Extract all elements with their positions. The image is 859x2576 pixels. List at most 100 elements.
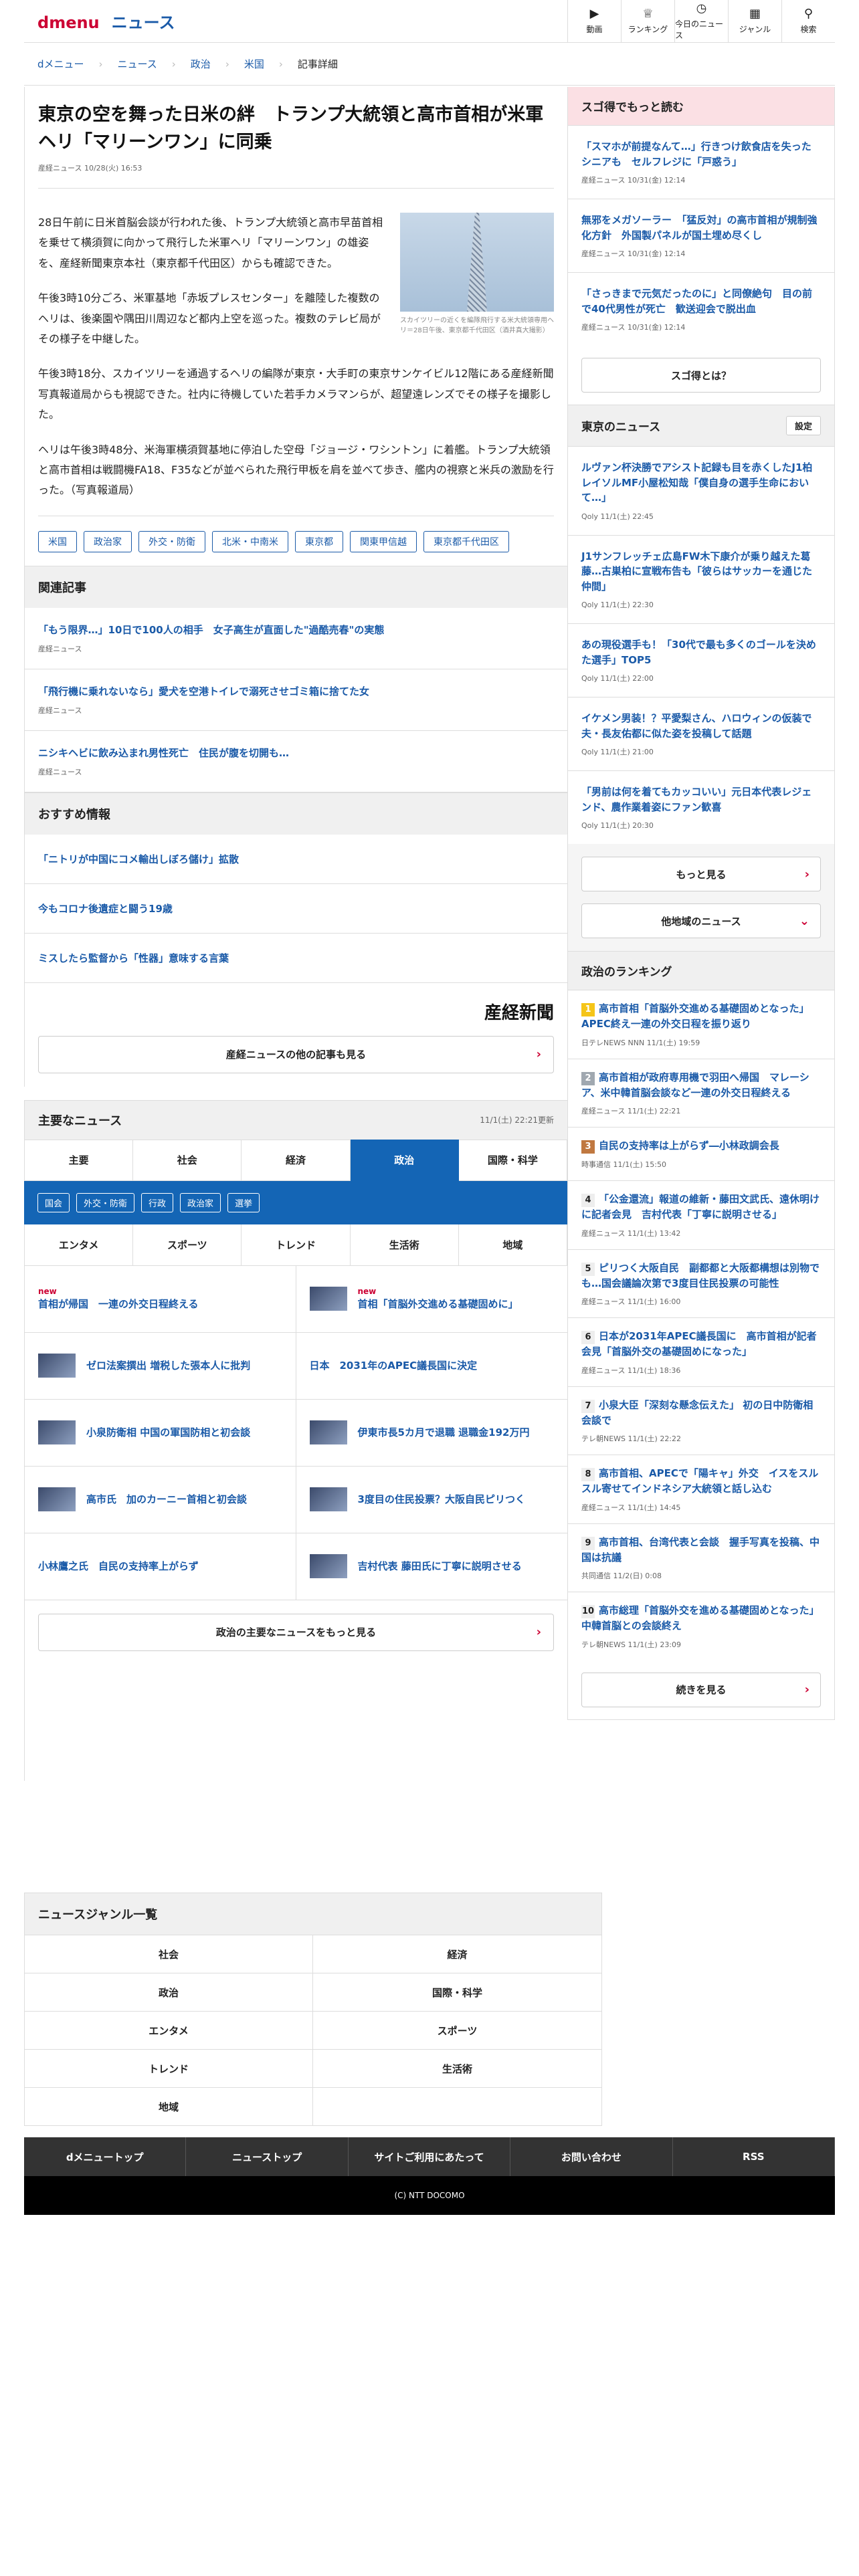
- sugotoku-item[interactable]: 無邪をメガソーラー 「猛反対」の高市首相が規制強化方針 外国製パネルが国土埋め尽…: [568, 199, 834, 272]
- tokyo-news-item[interactable]: 「男前は何を着てもカッコいい」元日本代表レジェンド、農作業着姿にファン歓喜 Qol…: [568, 770, 834, 844]
- tag[interactable]: 東京都千代田区: [423, 530, 509, 552]
- ranking-more-button[interactable]: 続きを見る ›: [581, 1672, 821, 1707]
- item-source: Qoly 11/1(土) 22:45: [581, 512, 654, 521]
- recommend-item[interactable]: 今もコロナ後遺症と闘う19歳: [24, 883, 567, 934]
- tag[interactable]: 北米・中南米: [212, 530, 288, 552]
- subtab[interactable]: 国会: [37, 1192, 70, 1212]
- tokyo-news-item[interactable]: ルヴァン杯決勝でアシスト記録も目を赤くしたJ1柏レイソルMF小屋松知哉「僕自身の…: [568, 446, 834, 535]
- sankei-more-button[interactable]: 産経ニュースの他の記事も見る ›: [38, 1035, 554, 1073]
- recommend-item[interactable]: 「ニトリが中国にコメ輸出しぼろ儲け」拡散: [24, 834, 567, 884]
- genre-link[interactable]: スポーツ: [313, 2011, 601, 2049]
- tag[interactable]: 東京都: [295, 530, 343, 552]
- news-item[interactable]: 伊東市長5カ月で退職 退職金192万円: [296, 1400, 567, 1467]
- article-paragraph: 午後3時18分、スカイツリーを通過するヘリの編隊が東京・大手町の東京サンケイビル…: [38, 367, 554, 421]
- subtab[interactable]: 行政: [141, 1192, 174, 1212]
- tag[interactable]: 米国: [38, 530, 77, 552]
- genre-link[interactable]: 地域: [25, 2087, 313, 2125]
- tab-entertainment[interactable]: エンタメ: [25, 1224, 134, 1266]
- ranking-item[interactable]: 5 ピリつく大阪自民 副都都と大阪都構想は別物でも…国会議論次第で3度目住民投票の…: [568, 1249, 834, 1318]
- button-label: 他地域のニュース: [661, 915, 741, 928]
- more-politics-button[interactable]: 政治の主要なニュースをもっと見る ›: [38, 1613, 554, 1651]
- tokyo-news-item[interactable]: J1サンフレッチェ広島FW木下康介が乗り越えた葛藤…古巣柏に宣戦布告も「彼らはサ…: [568, 534, 834, 624]
- tag[interactable]: 関東甲信越: [350, 530, 417, 552]
- news-item[interactable]: 小泉防衛相 中国の軍国防相と初会談: [25, 1399, 296, 1467]
- sugotoku-item[interactable]: 「さっきまで元気だったのに」と同僚絶句 目の前で40代男性が死亡 歓送迎会で脱出…: [568, 272, 834, 346]
- sugotoku-about-button[interactable]: スゴ得とは？: [581, 358, 821, 393]
- news-item[interactable]: 吉村代表 藤田氏に丁寧に説明させる: [296, 1533, 567, 1600]
- news-item[interactable]: 3度目の住民投票？大阪自民ピリつく: [296, 1467, 567, 1533]
- recommend-item[interactable]: ミスしたら監督から「性器」意味する言葉: [24, 933, 567, 983]
- nav-search[interactable]: ⚲ 検索: [781, 0, 835, 43]
- rank-title-text: 高市首相、APECで「陽キャ」外交 イスをスルスル寄せてインドネシア大統領と話し…: [581, 1467, 819, 1495]
- tokyo-more-button[interactable]: もっと見る ›: [581, 857, 821, 891]
- genre-link[interactable]: 生活術: [313, 2049, 601, 2087]
- skytree-image: [400, 213, 554, 312]
- tab-trend[interactable]: トレンド: [242, 1224, 351, 1266]
- genre-link[interactable]: 国際・科学: [313, 1973, 601, 2011]
- breadcrumb-dmenu[interactable]: dメニュー: [37, 57, 84, 71]
- ranking-item[interactable]: 10 高市総理「首脳外交を進める基礎固めとなった」 中韓首脳との会談終え テレ朝NE…: [568, 1592, 834, 1660]
- nav-ranking[interactable]: ♕ ランキング: [621, 0, 674, 43]
- tab-region[interactable]: 地域: [458, 1224, 567, 1266]
- news-item[interactable]: new 首相「首脳外交進める基礎固めに」: [296, 1266, 567, 1333]
- rank-title-text: ピリつく大阪自民 副都都と大阪都構想は別物でも…国会議論次第で3度目住民投票の可…: [581, 1261, 820, 1289]
- tab-sports[interactable]: スポーツ: [133, 1224, 242, 1266]
- news-item-title: ゼロ法案撰出 増税した張本人に批判: [86, 1359, 251, 1372]
- news-item[interactable]: 小林鷹之氏 自民の支持率上がらず: [25, 1533, 296, 1600]
- dmenu-logo[interactable]: d menu ニュース: [24, 9, 175, 33]
- genre-link[interactable]: エンタメ: [25, 2011, 313, 2049]
- sugotoku-item[interactable]: 「スマホが前提なんて…」行きつけ飲食店を失ったシニアも セルフレジに「戸惑う」産…: [568, 125, 834, 199]
- genre-link[interactable]: 政治: [25, 1973, 313, 2011]
- related-item[interactable]: ニシキヘビに飲み込まれ男性死亡 住民が腹を切開も… 産経ニュース: [24, 730, 567, 792]
- tab-society[interactable]: 社会: [133, 1139, 242, 1181]
- nav-video[interactable]: ▶ 動画: [567, 0, 621, 43]
- article-photo[interactable]: スカイツリーの近くを編隊飛行する米大統領専用ヘリ＝28日午後、東京都千代田区（酒…: [400, 213, 554, 336]
- subtab[interactable]: 選挙: [227, 1192, 260, 1212]
- nav-today[interactable]: ◷ 今日のニュース: [674, 0, 728, 43]
- tab-international[interactable]: 国際・科学: [458, 1139, 567, 1181]
- ranking-item[interactable]: 7 小泉大臣「深刻な懸念伝えた」 初の日中防衛相会談で テレ朝NEWS 11/1(土…: [568, 1386, 834, 1455]
- footer-link-terms[interactable]: サイトご利用にあたって: [349, 2137, 511, 2176]
- ranking-item[interactable]: 6 日本が2031年APEC議長国に 高市首相が記者会見「首脳外交の基礎固めになっ…: [568, 1317, 834, 1386]
- settings-button[interactable]: 設定: [785, 416, 821, 435]
- ranking-item[interactable]: 1 高市首相「首脳外交進める基礎固めとなった」APEC終え一連の外交日程を振り返り…: [568, 990, 834, 1059]
- tokyo-news-item[interactable]: イケメン男装！？平愛梨さん、ハロウィンの仮装で夫・長友佑都に似た姿を投稿して話題…: [568, 697, 834, 770]
- subtab[interactable]: 政治家: [180, 1192, 221, 1212]
- news-item[interactable]: ゼロ法案撰出 増税した張本人に批判: [25, 1332, 296, 1400]
- tab-economy[interactable]: 経済: [242, 1139, 351, 1181]
- other-region-button[interactable]: 他地域のニュース ⌄: [581, 903, 821, 938]
- subtab[interactable]: 外交・防衛: [76, 1192, 135, 1212]
- recommend-title: おすすめ情報: [24, 792, 567, 835]
- item-title: イケメン男装！？平愛梨さん、ハロウィンの仮装で夫・長友佑都に似た姿を投稿して話題: [581, 712, 812, 740]
- breadcrumb-news[interactable]: ニュース: [118, 57, 157, 71]
- ranking-item[interactable]: 4 「公金還流」報道の維新・藤田文武氏、遠休明けに記者会見 吉村代表「丁寧に説明さ…: [568, 1180, 834, 1249]
- footer-link-dmenu-top[interactable]: dメニュートップ: [24, 2137, 187, 2176]
- ranking-item[interactable]: 3 自民の支持率は上がらず―小林政調会長 時事通信 11/1(土) 15:50: [568, 1127, 834, 1180]
- ranking-item[interactable]: 9 高市首相、台湾代表と会談 握手写真を投稿、中国は抗議 共同通信 11/2(日) …: [568, 1523, 834, 1592]
- video-icon: ▶: [589, 7, 599, 21]
- tab-main[interactable]: 主要: [25, 1139, 134, 1181]
- related-item[interactable]: 「飛行機に乗れないなら」愛犬を空港トイレで溺死させゴミ箱に捨てた女 産経ニュース: [24, 669, 567, 731]
- breadcrumb-usa[interactable]: 米国: [244, 57, 264, 71]
- footer-link-rss[interactable]: RSS: [673, 2137, 835, 2176]
- tab-lifestyle[interactable]: 生活術: [350, 1224, 459, 1266]
- genre-link[interactable]: 経済: [313, 1935, 601, 1973]
- news-item[interactable]: new 首相が帰国 一連の外交日程終える: [25, 1265, 296, 1333]
- genre-link[interactable]: 社会: [25, 1935, 313, 1973]
- ranking-item[interactable]: 2 高市首相が政府専用機で羽田へ帰国 マレーシア、米中韓首脳会談など一連の外交日程…: [568, 1058, 834, 1128]
- sankei-area: 産経新聞 産経ニュースの他の記事も見る ›: [24, 982, 567, 1087]
- news-item[interactable]: 日本 2031年のAPEC議長国に決定: [296, 1333, 567, 1400]
- related-item[interactable]: 「もう限界…」10日で100人の相手 女子高生が直面した"過酷売春"の実態 産経ニ…: [24, 607, 567, 669]
- nav-genre[interactable]: ▦ ジャンル: [728, 0, 781, 43]
- footer-link-news-top[interactable]: ニューストップ: [186, 2137, 349, 2176]
- footer-link-contact[interactable]: お問い合わせ: [510, 2137, 673, 2176]
- tag[interactable]: 政治家: [84, 530, 132, 552]
- genre-link[interactable]: トレンド: [25, 2049, 313, 2087]
- ranking-item[interactable]: 8 高市首相、APECで「陽キャ」外交 イスをスルスル寄せてインドネシア大統領と話…: [568, 1455, 834, 1523]
- tag[interactable]: 外交・防衛: [138, 530, 205, 552]
- tab-politics[interactable]: 政治: [350, 1139, 459, 1181]
- tokyo-news-item[interactable]: あの現役選手も！「30代で最も多くのゴールを決めた選手」TOP5 Qoly 11/…: [568, 623, 834, 697]
- item-title: 7 小泉大臣「深刻な懸念伝えた」 初の日中防衛相会談で: [581, 1398, 821, 1428]
- breadcrumb-politics[interactable]: 政治: [191, 57, 211, 71]
- news-item[interactable]: 高市氏 加のカーニー首相と初会談: [25, 1466, 296, 1533]
